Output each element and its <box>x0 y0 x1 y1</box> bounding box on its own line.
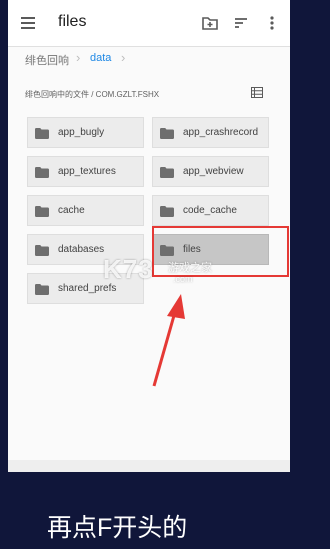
bottom-bar <box>8 460 290 472</box>
folder-label: app_bugly <box>58 127 105 138</box>
folder-label: app_textures <box>58 166 116 177</box>
folder-label: app_crashrecord <box>183 127 259 138</box>
instruction-caption: 再点F开头的 <box>47 514 188 542</box>
folder-item-app-webview[interactable]: app_webview <box>152 156 269 187</box>
folder-label: app_webview <box>183 166 244 177</box>
folder-icon <box>35 284 49 295</box>
folder-label: databases <box>58 244 105 255</box>
folder-icon <box>35 245 49 256</box>
folder-icon <box>35 206 49 217</box>
new-folder-icon[interactable] <box>200 13 220 33</box>
folder-label: cache <box>58 205 85 216</box>
breadcrumb-root[interactable]: 绯色回响 <box>25 52 69 68</box>
folder-icon <box>160 128 174 139</box>
breadcrumb-separator-icon: › <box>121 50 126 65</box>
hamburger-menu-icon[interactable] <box>21 17 35 29</box>
folder-icon <box>35 167 49 178</box>
breadcrumb: 绯色回响 › data › <box>8 47 290 71</box>
folder-item-app-textures[interactable]: app_textures <box>27 156 144 187</box>
breadcrumb-current[interactable]: data <box>90 52 111 64</box>
current-path: 绯色回响中的文件 / COM.GZLT.FSHX <box>25 90 160 99</box>
list-view-icon[interactable] <box>251 87 263 98</box>
breadcrumb-separator-icon: › <box>76 50 81 65</box>
folder-icon <box>35 128 49 139</box>
watermark-subtitle: 游戏之家 <box>168 262 212 274</box>
app-bar: files <box>8 0 290 47</box>
watermark-logo: K73 <box>103 254 154 284</box>
folder-item-app-crashrecord[interactable]: app_crashrecord <box>152 117 269 148</box>
sort-icon[interactable] <box>231 13 251 33</box>
folder-item-code-cache[interactable]: code_cache <box>152 195 269 226</box>
red-arrow-icon <box>152 294 185 387</box>
folder-item-app-bugly[interactable]: app_bugly <box>27 117 144 148</box>
folder-item-cache[interactable]: cache <box>27 195 144 226</box>
folder-icon <box>160 167 174 178</box>
folder-icon <box>160 206 174 217</box>
folder-label: code_cache <box>183 205 237 216</box>
page-title: files <box>58 13 87 30</box>
watermark-url: .com <box>173 274 193 284</box>
more-vert-icon[interactable] <box>262 13 282 33</box>
